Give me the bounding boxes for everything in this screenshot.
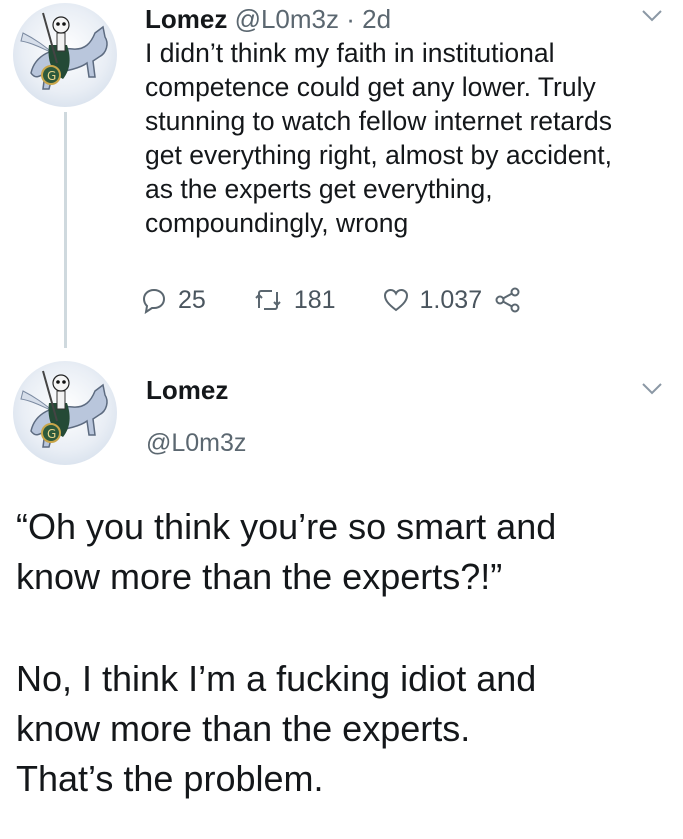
tweet2-text-line: know more than the experts?!” xyxy=(16,556,503,597)
tweet1-display-name[interactable]: Lomez xyxy=(145,4,227,34)
like-count: 1.037 xyxy=(419,285,483,314)
retweet-button[interactable]: 181 xyxy=(252,286,336,315)
reply-count: 25 xyxy=(178,285,206,314)
share-button[interactable] xyxy=(494,286,522,314)
avatar-tweet1[interactable]: G xyxy=(13,3,117,107)
tweet1-menu-chevron-down-icon[interactable] xyxy=(641,9,663,23)
tweet1-text-line: I didn’t think my faith in institutional xyxy=(145,38,555,68)
tweet1-text-line: stunning to watch fellow internet retard… xyxy=(145,106,612,136)
tweet2-text-line: know more than the experts. xyxy=(16,708,471,749)
tweet2-text-line: That’s the problem. xyxy=(16,758,324,799)
retweet-count: 181 xyxy=(293,285,336,314)
tweet1-action-bar: 25 181 1.037 xyxy=(140,283,522,317)
tweet1-text-line: compoundingly, wrong xyxy=(145,208,409,238)
tweet1-handle[interactable]: @L0m3z xyxy=(235,4,339,34)
tweet1-text-line: get everything right, almost by accident… xyxy=(145,140,612,170)
tweet2-text: “Oh you think you’re so smart and know m… xyxy=(16,502,676,804)
tweet2-display-name[interactable]: Lomez xyxy=(146,375,228,405)
heart-icon xyxy=(382,287,410,313)
tweet1-separator: · xyxy=(339,4,363,34)
retweet-icon xyxy=(252,286,284,314)
tweet1-header: Lomez @L0m3z · 2d xyxy=(145,4,391,34)
svg-text:G: G xyxy=(47,427,56,441)
tweet1-timestamp[interactable]: 2d xyxy=(362,4,391,34)
avatar-tweet2[interactable]: G xyxy=(13,361,117,465)
tweet2-menu-chevron-down-icon[interactable] xyxy=(641,382,663,396)
reply-icon xyxy=(140,286,168,314)
tweet1-text-line: as the experts get everything, xyxy=(145,174,493,204)
tweet1-text-line: competence could get any lower. Truly xyxy=(145,72,596,102)
share-icon xyxy=(494,286,522,314)
reply-button[interactable]: 25 xyxy=(140,286,206,315)
tweet1-text: I didn’t think my faith in institutional… xyxy=(145,36,665,240)
tweet2-handle[interactable]: @L0m3z xyxy=(146,428,246,458)
svg-text:G: G xyxy=(47,69,56,83)
tweet2-text-line: “Oh you think you’re so smart and xyxy=(16,506,557,547)
avatar-image: G xyxy=(20,12,108,90)
like-button[interactable]: 1.037 xyxy=(382,285,483,315)
thread-connector-line xyxy=(64,112,67,348)
avatar-image: G xyxy=(20,370,108,448)
tweet2-text-line: No, I think I’m a fucking idiot and xyxy=(16,658,537,699)
